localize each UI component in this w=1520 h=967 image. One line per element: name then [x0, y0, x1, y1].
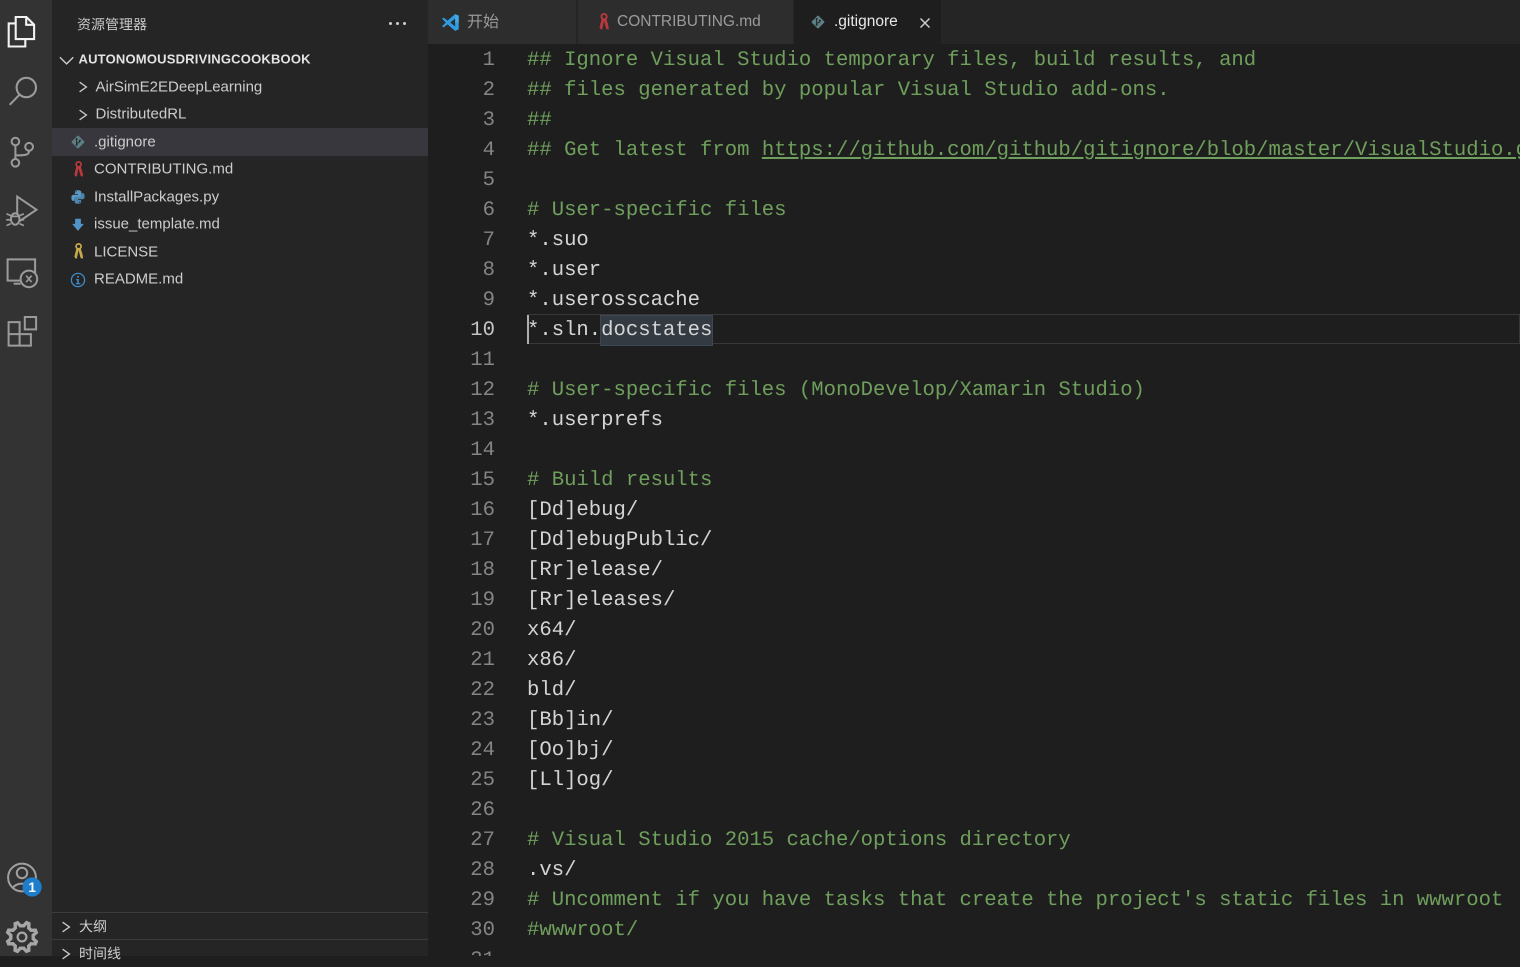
svg-text:1: 1	[28, 880, 36, 895]
